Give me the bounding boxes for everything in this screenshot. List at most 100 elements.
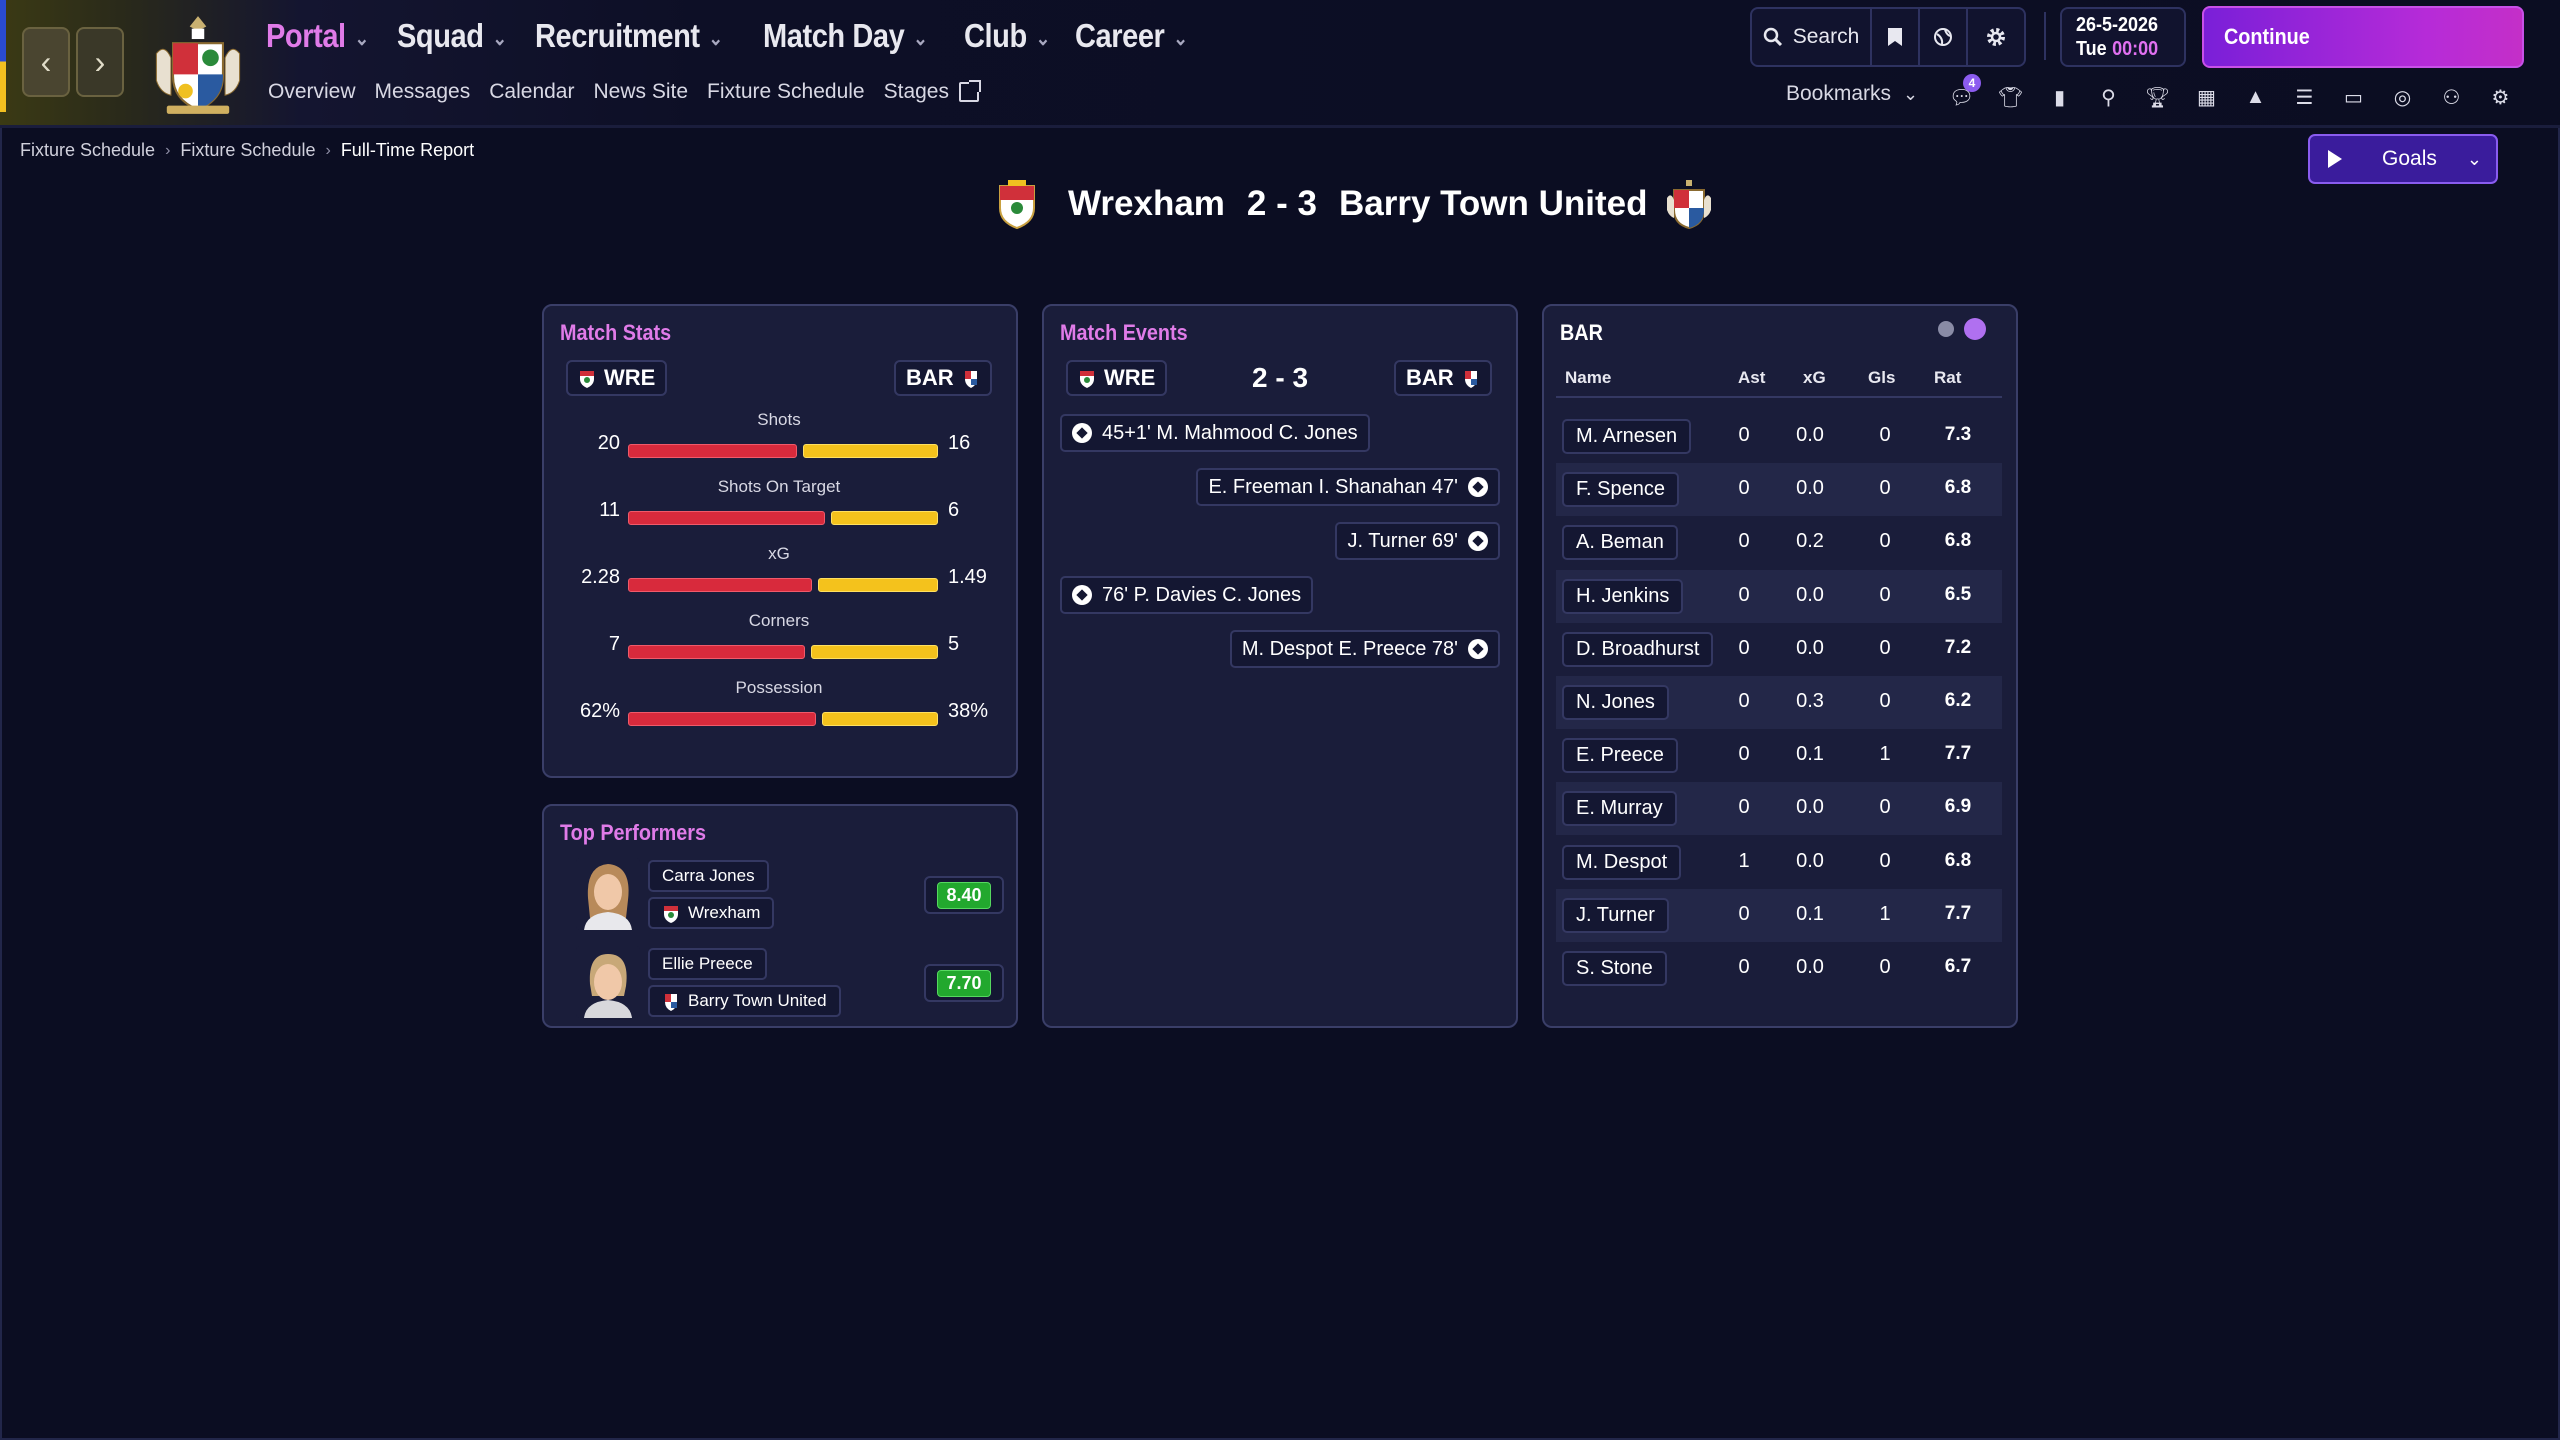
table-row[interactable]: E. Murray 0 0.0 0 6.9 (1556, 782, 2002, 836)
tickets-button[interactable]: ▭ (2336, 80, 2371, 115)
sub-nav: Overview Messages Calendar News Site Fix… (268, 80, 981, 104)
date-display[interactable]: 26-5-2026 Tue 00:00 (2060, 7, 2186, 67)
table-row[interactable]: A. Beman 0 0.2 0 6.8 (1556, 516, 2002, 569)
stat-away-value: 5 (948, 633, 960, 655)
chevron-down-icon: ⌄ (1173, 27, 1188, 50)
stat-home-value: 62% (579, 700, 620, 722)
breadcrumb-item[interactable]: Fixture Schedule (20, 140, 155, 161)
subnav-stages[interactable]: Stages (883, 80, 981, 104)
stat-row: Shots 20 16 (544, 410, 1014, 470)
away-team-name[interactable]: Barry Town United (1339, 184, 1648, 224)
user-settings-button[interactable]: ⚙ (2483, 80, 2518, 115)
nav-recruitment[interactable]: Recruitment ⌄ (535, 17, 723, 55)
toggle-dot-home[interactable] (1938, 321, 1954, 337)
player-name[interactable]: E. Murray (1562, 791, 1677, 827)
player-assists: 1 (1738, 849, 1750, 872)
nav-squad[interactable]: Squad ⌄ (397, 17, 507, 55)
table-row[interactable]: J. Turner 0 0.1 1 7.7 (1556, 888, 2002, 942)
player-name[interactable]: J. Turner (1562, 897, 1669, 933)
player-name[interactable]: S. Stone (1562, 951, 1667, 986)
subnav-calendar[interactable]: Calendar (489, 80, 574, 104)
settings-button[interactable] (1968, 9, 2024, 65)
globe-button[interactable] (1920, 9, 1968, 65)
event-goal-away[interactable]: J. Turner 69' (1335, 522, 1500, 560)
team-toggle[interactable] (1938, 318, 1986, 340)
table-row[interactable]: H. Jenkins 0 0.0 0 6.5 (1556, 569, 2002, 623)
nav-career[interactable]: Career ⌄ (1075, 17, 1188, 55)
inbox-button[interactable]: 💬︎ 4 (1944, 74, 1981, 115)
top-bar: ‹ › Portal ⌄ Squad ⌄ Recruitment ⌄ Match Da… (0, 0, 2560, 128)
player-name[interactable]: N. Jones (1562, 685, 1669, 720)
player-name[interactable]: F. Spence (1562, 472, 1679, 508)
column-header-goals[interactable]: Gls (1868, 368, 1895, 388)
subnav-news-site[interactable]: News Site (593, 80, 688, 104)
stadium-button[interactable]: ◎ (2385, 80, 2420, 115)
table-row[interactable]: S. Stone 0 0.0 0 6.7 (1556, 942, 2002, 995)
player-name[interactable]: H. Jenkins (1562, 578, 1684, 614)
column-header-rating[interactable]: Rat (1934, 368, 1961, 388)
subnav-fixture-schedule[interactable]: Fixture Schedule (707, 80, 865, 104)
performer-row[interactable]: Carra Jones Wrexham 8.40 (576, 858, 1004, 938)
player-name[interactable]: D. Broadhurst (1562, 631, 1714, 667)
calendar-button[interactable]: ▦ (2189, 80, 2224, 115)
player-xg: 0.0 (1796, 956, 1824, 978)
away-crest-icon[interactable] (1666, 178, 1712, 230)
stat-label: Possession (735, 678, 823, 697)
performer-row[interactable]: Ellie Preece Barry Town United 7.70 (576, 946, 1004, 1026)
club-crest-icon[interactable] (146, 12, 250, 116)
forward-button[interactable]: › (76, 27, 124, 97)
player-goals: 0 (1879, 583, 1891, 606)
player-name[interactable]: E. Preece (1562, 738, 1678, 774)
squad-card-button[interactable]: ▮ (2042, 80, 2077, 115)
player-name[interactable]: M. Arnesen (1562, 419, 1692, 454)
bookmarks-dropdown[interactable]: Bookmarks ⌄ (1786, 82, 1918, 106)
nav-portal[interactable]: Portal ⌄ (266, 17, 369, 55)
stat-bar-home (628, 712, 816, 726)
column-header-name[interactable]: Name (1565, 368, 1611, 388)
scouting-button[interactable]: ⚲ (2091, 80, 2126, 115)
home-crest-icon[interactable] (994, 178, 1040, 230)
staff-button[interactable]: ⚇ (2434, 80, 2469, 115)
player-goals: 0 (1879, 956, 1891, 978)
event-goal-away[interactable]: M. Despot E. Preece 78' (1229, 630, 1500, 668)
subnav-messages[interactable]: Messages (375, 80, 471, 104)
trophy-button[interactable]: 🏆︎ (2140, 80, 2175, 115)
table-row[interactable]: E. Preece 0 0.1 1 7.7 (1556, 729, 2002, 782)
home-team-pill[interactable]: WRE (566, 360, 668, 396)
player-assists: 0 (1738, 743, 1750, 766)
player-name[interactable]: A. Beman (1562, 525, 1678, 561)
goals-dropdown-button[interactable]: Goals ⌄ (2308, 134, 2498, 184)
table-row[interactable]: M. Arnesen 0 0.0 0 7.3 (1556, 410, 2002, 463)
column-header-xg[interactable]: xG (1803, 368, 1826, 388)
event-goal-home[interactable]: 45+1' M. Mahmood C. Jones (1060, 414, 1370, 452)
table-row[interactable]: D. Broadhurst 0 0.0 0 7.2 (1556, 623, 2002, 676)
back-button[interactable]: ‹ (22, 27, 70, 97)
bookmarks-label: Bookmarks (1786, 82, 1892, 105)
nav-match-day[interactable]: Match Day ⌄ (763, 17, 928, 55)
kit-button[interactable]: 👕︎ (1993, 80, 2028, 115)
continue-button[interactable]: Continue (2202, 6, 2524, 68)
event-goal-away[interactable]: E. Freeman I. Shanahan 47' (1196, 468, 1500, 506)
table-row[interactable]: N. Jones 0 0.3 0 6.2 (1556, 676, 2002, 729)
table-row[interactable]: M. Despot 1 0.0 0 6.8 (1556, 836, 2002, 889)
home-team-name[interactable]: Wrexham (1068, 184, 1225, 224)
player-name[interactable]: M. Despot (1562, 844, 1682, 880)
nav-club[interactable]: Club ⌄ (964, 17, 1050, 55)
breadcrumb-item[interactable]: Fixture Schedule (180, 140, 315, 161)
finances-button[interactable]: ☰ (2287, 80, 2322, 115)
search-button[interactable]: Search (1752, 9, 1872, 65)
away-team-pill[interactable]: BAR (1394, 360, 1492, 396)
away-team-pill[interactable]: BAR (894, 360, 992, 396)
subnav-stages-label: Stages (883, 80, 949, 103)
stat-home-value: 7 (608, 633, 620, 655)
training-button[interactable]: ▲ (2238, 80, 2273, 115)
toggle-dot-away[interactable] (1964, 318, 1986, 340)
player-rating: 6.2 (1944, 690, 1972, 711)
nav-recruitment-label: Recruitment (535, 17, 701, 54)
table-row[interactable]: F. Spence 0 0.0 0 6.8 (1556, 463, 2002, 517)
event-goal-home[interactable]: 76' P. Davies C. Jones (1060, 576, 1314, 614)
notebook-button[interactable] (1872, 9, 1920, 65)
column-header-assists[interactable]: Ast (1738, 368, 1765, 388)
player-assists: 0 (1738, 636, 1750, 659)
subnav-overview[interactable]: Overview (268, 80, 356, 104)
